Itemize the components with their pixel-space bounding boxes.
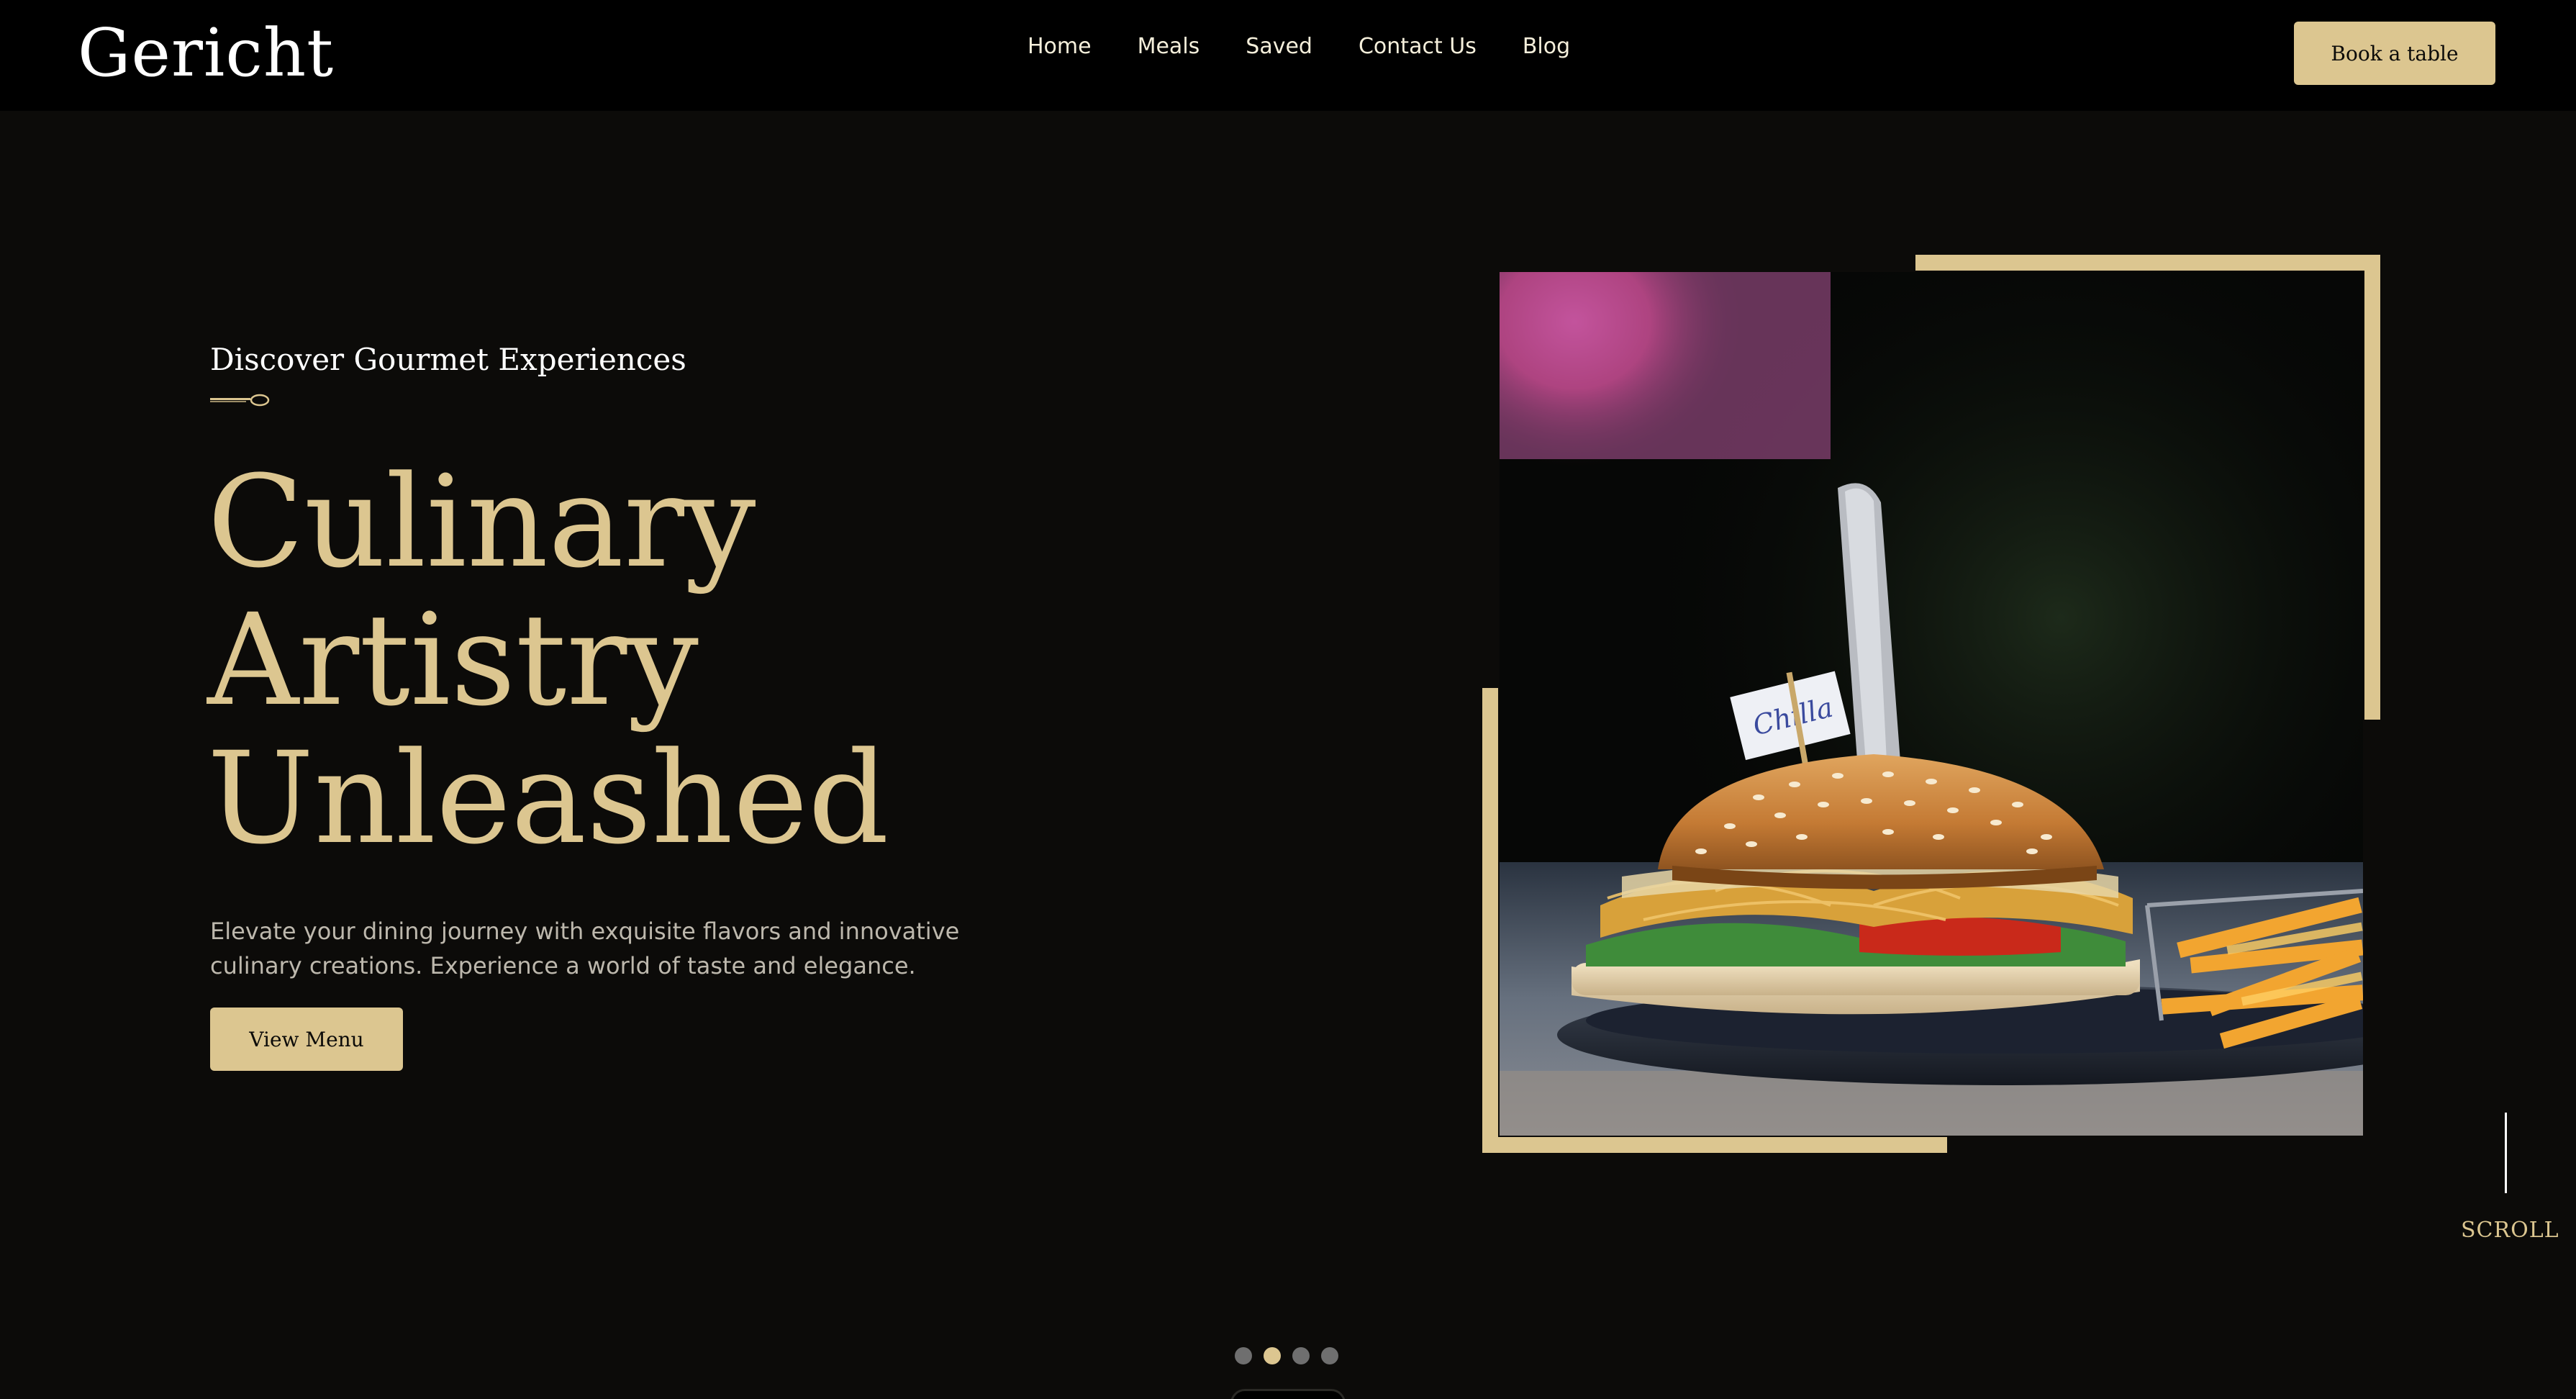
- scroll-line: [2505, 1113, 2507, 1193]
- book-table-button[interactable]: Book a table: [2294, 22, 2495, 85]
- hero-subtitle: Discover Gourmet Experiences: [210, 342, 686, 377]
- navbar: Gericht Home Meals Saved Contact Us Blog…: [0, 0, 2576, 111]
- scroll-label[interactable]: SCROLL: [2461, 1216, 2559, 1245]
- burger-photo: Chilla: [1500, 272, 2363, 1136]
- nav-item-blog[interactable]: Blog: [1523, 30, 1570, 66]
- carousel-dot-2[interactable]: [1264, 1347, 1281, 1364]
- page: Gericht Home Meals Saved Contact Us Blog…: [0, 0, 2576, 1399]
- carousel-dot-4[interactable]: [1321, 1347, 1338, 1364]
- hero-headline: Culinary Artistry Unleashed: [207, 453, 1071, 868]
- hero-description: Elevate your dining journey with exquisi…: [210, 918, 960, 979]
- nav-item-meals[interactable]: Meals: [1138, 30, 1200, 66]
- nav-item-home[interactable]: Home: [1028, 30, 1092, 66]
- hero-headline-line-3: Unleashed: [207, 725, 889, 872]
- view-menu-button[interactable]: View Menu: [210, 1008, 403, 1071]
- nav-links: Home Meals Saved Contact Us Blog: [1028, 30, 1570, 66]
- spoon-icon: [210, 394, 270, 407]
- logo[interactable]: Gericht: [78, 10, 334, 96]
- bottom-pill[interactable]: [1230, 1389, 1346, 1399]
- carousel-dots: [1235, 1347, 1338, 1364]
- hero-headline-line-1: Culinary: [207, 448, 756, 596]
- carousel-dot-1[interactable]: [1235, 1347, 1252, 1364]
- hero-headline-line-2: Artistry: [207, 587, 699, 734]
- nav-item-contact-us[interactable]: Contact Us: [1359, 30, 1477, 66]
- nav-item-saved[interactable]: Saved: [1246, 30, 1312, 66]
- carousel-dot-3[interactable]: [1292, 1347, 1310, 1364]
- burger-photo-art: Chilla: [1500, 272, 2363, 1136]
